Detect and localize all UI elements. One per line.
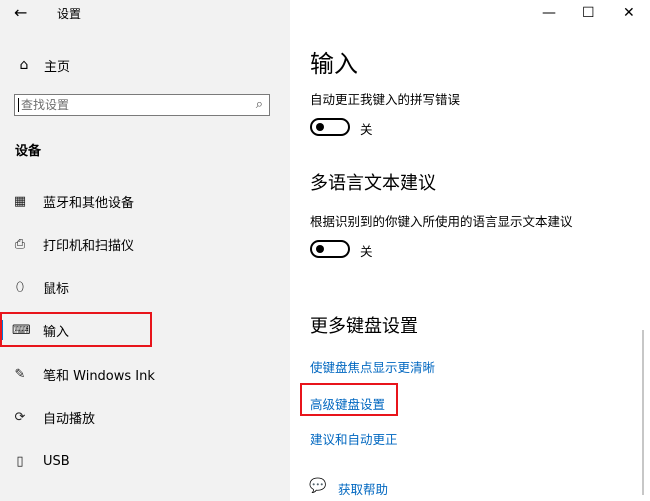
- home-nav-item[interactable]: ⌂ 主页: [16, 55, 70, 75]
- sidebar-item-label: 蓝牙和其他设备: [43, 195, 135, 211]
- keyboard-icon: ⌨: [12, 322, 31, 338]
- sidebar-item-autoplay[interactable]: ⟳ 自动播放: [0, 402, 290, 432]
- page-title: 输入: [310, 50, 358, 78]
- sidebar-item-typing[interactable]: ⌨ 输入: [0, 315, 290, 345]
- autocorrect-state: 关: [360, 122, 373, 137]
- search-icon[interactable]: ⌕: [256, 97, 263, 112]
- usb-icon: ▯: [16, 453, 24, 469]
- search-input[interactable]: [21, 96, 249, 114]
- advanced-keyboard-link[interactable]: 高级键盘设置: [310, 394, 385, 413]
- home-icon: ⌂: [19, 57, 29, 73]
- minimize-icon[interactable]: —: [542, 4, 556, 22]
- pen-icon: ✎: [14, 366, 26, 382]
- multilingual-state: 关: [360, 244, 373, 259]
- suggestions-autocorrect-link[interactable]: 建议和自动更正: [310, 429, 398, 448]
- search-box[interactable]: ⌕: [14, 94, 270, 116]
- bluetooth-devices-icon: ▦: [13, 193, 27, 209]
- sidebar-item-label: 输入: [43, 324, 70, 340]
- app-title: 设置: [57, 7, 82, 21]
- keyboard-focus-link[interactable]: 使键盘焦点显示更清晰: [310, 357, 435, 376]
- toggle-knob: [316, 123, 324, 131]
- sidebar-item-label: 自动播放: [43, 411, 96, 427]
- sidebar-item-printers[interactable]: ⎙ 打印机和扫描仪: [0, 229, 290, 259]
- sidebar-item-label: USB: [43, 453, 70, 469]
- home-label: 主页: [44, 59, 71, 75]
- sidebar-item-label: 鼠标: [43, 281, 70, 297]
- text-caret: [18, 98, 19, 112]
- sidebar-item-bluetooth[interactable]: ▦ 蓝牙和其他设备: [0, 186, 290, 216]
- maximize-icon[interactable]: ☐: [582, 4, 595, 22]
- mouse-icon: ⬯: [15, 279, 25, 295]
- sidebar-item-pen[interactable]: ✎ 笔和 Windows Ink: [0, 359, 290, 389]
- multilingual-section-title: 多语言文本建议: [310, 173, 436, 194]
- help-icon: 💬: [309, 478, 327, 494]
- sidebar-item-usb[interactable]: ▯ USB: [0, 446, 290, 476]
- sidebar: ← 设置 ⌂ 主页 ⌕ 设备 ▦ 蓝牙和其他设备 ⎙ 打印机和扫描仪 ⬯ 鼠标 …: [0, 0, 290, 501]
- more-keyboard-section-title: 更多键盘设置: [310, 316, 418, 337]
- main-content: — ☐ ✕ 输入 自动更正我键入的拼写错误 关 多语言文本建议 根据识别到的你键…: [290, 0, 650, 501]
- multilingual-label: 根据识别到的你键入所使用的语言显示文本建议: [310, 214, 573, 229]
- sidebar-item-mouse[interactable]: ⬯ 鼠标: [0, 272, 290, 302]
- autocorrect-label: 自动更正我键入的拼写错误: [310, 92, 461, 107]
- autoplay-icon: ⟳: [14, 409, 26, 425]
- sidebar-item-label: 笔和 Windows Ink: [43, 368, 155, 384]
- get-help-link[interactable]: 获取帮助: [338, 479, 388, 498]
- multilingual-toggle[interactable]: [310, 240, 350, 258]
- printer-icon: ⎙: [14, 236, 26, 252]
- close-icon[interactable]: ✕: [623, 4, 635, 22]
- sidebar-item-label: 打印机和扫描仪: [43, 238, 135, 254]
- section-title: 设备: [15, 144, 42, 159]
- toggle-knob: [316, 245, 324, 253]
- autocorrect-toggle[interactable]: [310, 118, 350, 136]
- scrollbar[interactable]: [642, 330, 644, 495]
- back-arrow-icon[interactable]: ←: [14, 4, 27, 22]
